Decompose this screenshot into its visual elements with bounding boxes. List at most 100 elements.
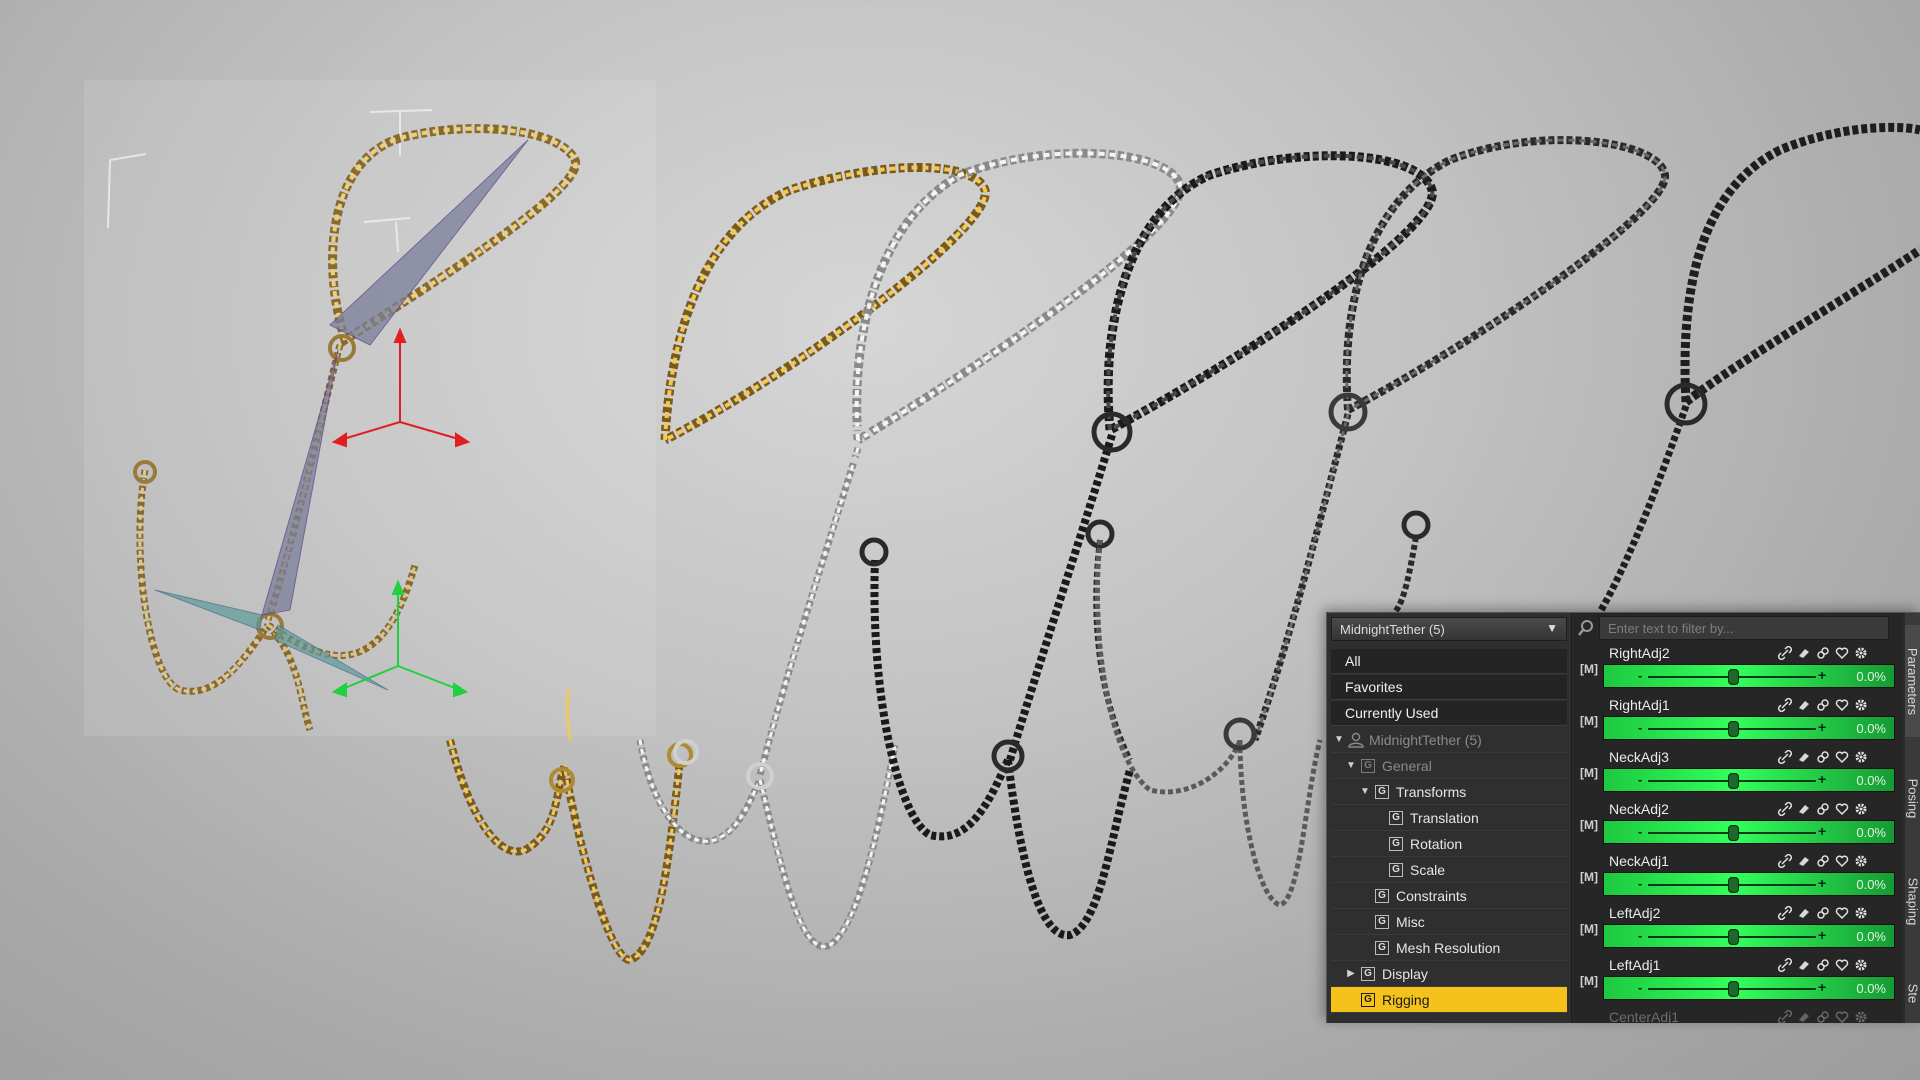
property-slider[interactable]: - +0.0% [1603,976,1895,1000]
tree-item-transforms[interactable]: ▼ G Transforms [1331,779,1567,805]
eraser-icon[interactable] [1796,957,1812,973]
expand-right-icon[interactable]: ▶ [1345,968,1357,979]
heart-icon[interactable] [1834,1009,1850,1023]
tree-item-display[interactable]: ▶ G Display [1331,961,1567,987]
tree-item-translation[interactable]: G Translation [1331,805,1567,831]
gear-icon[interactable] [1853,749,1869,765]
slider-thumb[interactable] [1728,877,1739,893]
slider-thumb[interactable] [1728,669,1739,685]
minus-icon[interactable]: - [1638,980,1642,995]
tree-item-rigging[interactable]: G Rigging [1331,987,1567,1013]
tab-ste[interactable]: Ste [1905,973,1920,1013]
slider-thumb[interactable] [1728,929,1739,945]
morph-button[interactable]: [M] [1579,919,1599,939]
morph-button[interactable]: [M] [1579,815,1599,835]
filter-all[interactable]: All [1331,649,1567,674]
morph-button[interactable]: [M] [1579,659,1599,679]
property-slider[interactable]: - +0.0% [1603,820,1895,844]
chain-icon[interactable] [1815,905,1831,921]
heart-icon[interactable] [1834,749,1850,765]
property-slider[interactable]: - +0.0% [1603,664,1895,688]
plus-icon[interactable]: + [1818,979,1826,995]
eraser-icon[interactable] [1796,645,1812,661]
eraser-icon[interactable] [1796,801,1812,817]
link-icon[interactable] [1777,749,1793,765]
expand-down-icon[interactable]: ▼ [1333,734,1345,745]
plus-icon[interactable]: + [1818,719,1826,735]
expand-down-icon[interactable]: ▼ [1345,760,1357,771]
gear-icon[interactable] [1853,697,1869,713]
morph-button[interactable]: [M] [1579,711,1599,731]
chain-icon[interactable] [1815,1009,1831,1023]
property-slider[interactable]: - +0.0% [1603,924,1895,948]
chain-icon[interactable] [1815,801,1831,817]
gear-icon[interactable] [1853,957,1869,973]
morph-button[interactable]: [M] [1579,867,1599,887]
property-slider[interactable]: - +0.0% [1603,872,1895,896]
heart-icon[interactable] [1834,957,1850,973]
minus-icon[interactable]: - [1638,772,1642,787]
eraser-icon[interactable] [1796,749,1812,765]
heart-icon[interactable] [1834,905,1850,921]
link-icon[interactable] [1777,853,1793,869]
link-icon[interactable] [1777,645,1793,661]
morph-button[interactable]: [M] [1579,763,1599,783]
plus-icon[interactable]: + [1818,771,1826,787]
filter-currently-used[interactable]: Currently Used [1331,701,1567,726]
eraser-icon[interactable] [1796,853,1812,869]
link-icon[interactable] [1777,1009,1793,1023]
search-icon[interactable] [1573,617,1599,639]
chain-icon[interactable] [1815,749,1831,765]
heart-icon[interactable] [1834,801,1850,817]
heart-icon[interactable] [1834,645,1850,661]
gear-icon[interactable] [1853,801,1869,817]
tree-item-mesh-resolution[interactable]: G Mesh Resolution [1331,935,1567,961]
heart-icon[interactable] [1834,853,1850,869]
gear-icon[interactable] [1853,645,1869,661]
chain-icon[interactable] [1815,957,1831,973]
tree-item-scale[interactable]: G Scale [1331,857,1567,883]
gear-icon[interactable] [1853,853,1869,869]
plus-icon[interactable]: + [1818,667,1826,683]
eraser-icon[interactable] [1796,697,1812,713]
minus-icon[interactable]: - [1638,928,1642,943]
slider-thumb[interactable] [1728,721,1739,737]
eraser-icon[interactable] [1796,1009,1812,1023]
property-slider[interactable]: - +0.0% [1603,716,1895,740]
tree-item-misc[interactable]: G Misc [1331,909,1567,935]
slider-thumb[interactable] [1728,773,1739,789]
node-selector-dropdown[interactable]: MidnightTether (5) ▼ [1331,617,1567,641]
tree-item-rotation[interactable]: G Rotation [1331,831,1567,857]
chain-icon[interactable] [1815,697,1831,713]
tab-parameters[interactable]: Parameters [1905,625,1920,737]
tree-item-constraints[interactable]: G Constraints [1331,883,1567,909]
tree-item-midnighttether[interactable]: ▼ MidnightTether (5) [1331,727,1567,753]
filter-input[interactable] [1599,616,1889,640]
expand-down-icon[interactable]: ▼ [1359,786,1371,797]
link-icon[interactable] [1777,905,1793,921]
tree-item-general[interactable]: ▼ G General [1331,753,1567,779]
link-icon[interactable] [1777,957,1793,973]
gear-icon[interactable] [1853,1009,1869,1023]
filter-favorites[interactable]: Favorites [1331,675,1567,700]
plus-icon[interactable]: + [1818,927,1826,943]
morph-button[interactable]: [M] [1579,971,1599,991]
chain-icon[interactable] [1815,853,1831,869]
minus-icon[interactable]: - [1638,720,1642,735]
plus-icon[interactable]: + [1818,823,1826,839]
link-icon[interactable] [1777,697,1793,713]
eraser-icon[interactable] [1796,905,1812,921]
link-icon[interactable] [1777,801,1793,817]
heart-icon[interactable] [1834,697,1850,713]
property-slider[interactable]: - +0.0% [1603,768,1895,792]
slider-thumb[interactable] [1728,981,1739,997]
slider-thumb[interactable] [1728,825,1739,841]
minus-icon[interactable]: - [1638,876,1642,891]
plus-icon[interactable]: + [1818,875,1826,891]
minus-icon[interactable]: - [1638,824,1642,839]
chain-icon[interactable] [1815,645,1831,661]
gear-icon[interactable] [1853,905,1869,921]
tab-shaping[interactable]: Shaping [1905,861,1920,941]
minus-icon[interactable]: - [1638,668,1642,683]
tab-posing[interactable]: Posing [1905,763,1920,833]
